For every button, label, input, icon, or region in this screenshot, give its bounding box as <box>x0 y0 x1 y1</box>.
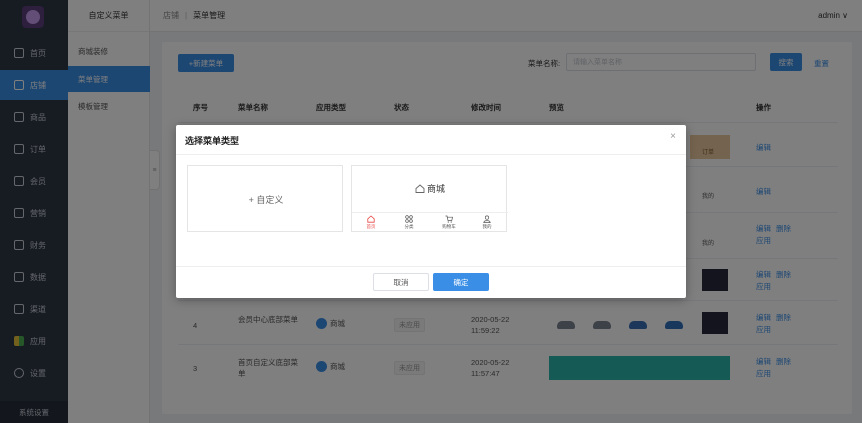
shop-card-title-text: 商城 <box>426 184 445 194</box>
tab-category: 分类 <box>396 215 422 230</box>
home-icon <box>367 215 375 223</box>
category-icon <box>405 215 413 223</box>
select-menu-type-dialog: 选择菜单类型 × + 自定义 商城 首页 分类 购物车 我的 取消 确定 <box>176 125 686 298</box>
tab-label: 首页 <box>366 224 376 229</box>
tab-cart: 购物车 <box>436 215 462 230</box>
cart-icon <box>445 215 453 223</box>
dialog-title: 选择菜单类型 <box>185 136 240 146</box>
tab-label: 分类 <box>404 224 414 229</box>
dialog-footer-divider <box>176 266 686 267</box>
dialog-header-divider <box>176 154 686 155</box>
close-icon[interactable]: × <box>670 131 676 142</box>
tab-label: 我的 <box>482 224 492 229</box>
tab-home: 首页 <box>358 215 384 230</box>
custom-card-label: + 自定义 <box>248 195 284 205</box>
confirm-button[interactable]: 确定 <box>433 273 489 291</box>
shop-menu-card[interactable]: 商城 首页 分类 购物车 我的 <box>351 165 508 232</box>
home-icon <box>415 184 425 193</box>
shop-card-title: 商城 <box>352 182 508 195</box>
user-icon <box>483 215 491 223</box>
cancel-button[interactable]: 取消 <box>373 273 429 291</box>
shop-card-tabbar: 首页 分类 购物车 我的 <box>352 212 508 232</box>
custom-menu-card[interactable]: + 自定义 <box>187 165 343 232</box>
tab-mine: 我的 <box>474 215 500 230</box>
tab-label: 购物车 <box>442 224 456 229</box>
